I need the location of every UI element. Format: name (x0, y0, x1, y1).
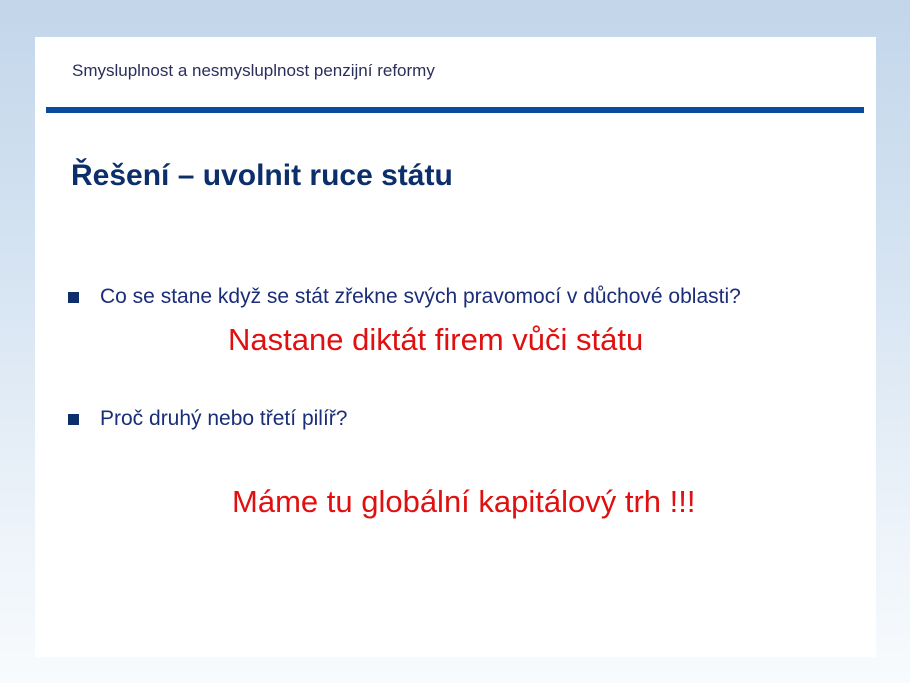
presentation-title: Smysluplnost a nesmysluplnost penzijní r… (72, 61, 435, 80)
answer-text: Nastane diktát firem vůči státu (228, 322, 644, 357)
answer-text: Máme tu globální kapitálový trh !!! (232, 484, 696, 519)
bullet-text: Proč druhý nebo třetí pilíř? (100, 407, 348, 430)
square-bullet-icon (68, 291, 79, 303)
bullet-item: Co se stane když se stát zřekne svých pr… (68, 285, 741, 309)
slide: Smysluplnost a nesmysluplnost penzijní r… (35, 37, 876, 657)
bullet-item: Proč druhý nebo třetí pilíř? (68, 407, 347, 431)
bullet-text: Co se stane když se stát zřekne svých pr… (100, 285, 741, 308)
header-divider (46, 107, 864, 113)
square-bullet-icon (68, 413, 79, 425)
slide-heading: Řešení – uvolnit ruce státu (71, 159, 453, 192)
